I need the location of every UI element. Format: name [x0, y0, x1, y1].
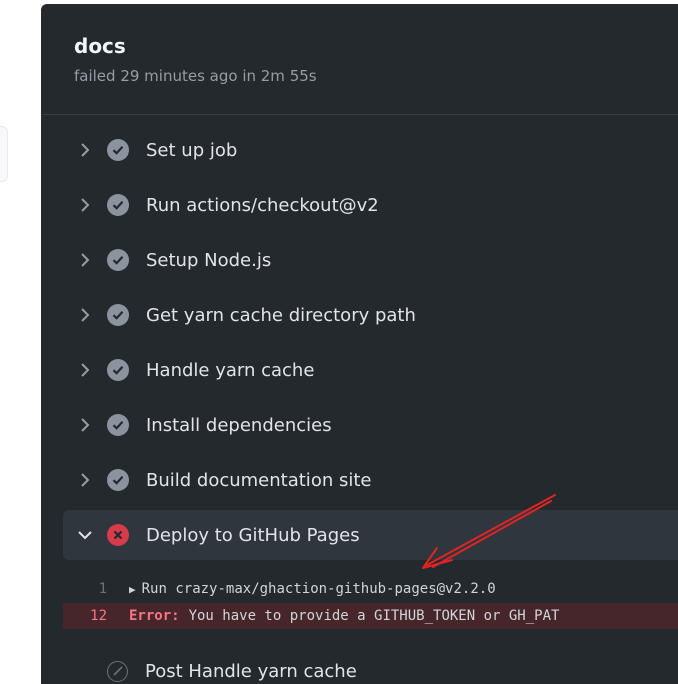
job-status-text: failed 29 minutes ago in 2m 55s [74, 67, 317, 85]
step-handle-yarn-cache[interactable]: Handle yarn cache [63, 345, 678, 395]
step-run-checkout[interactable]: Run actions/checkout@v2 [63, 180, 678, 230]
chevron-right-icon [63, 418, 107, 432]
step-label: Deploy to GitHub Pages [146, 524, 360, 546]
chevron-right-icon [63, 198, 107, 212]
side-card-edge [0, 126, 8, 182]
chevron-right-icon [63, 253, 107, 267]
step-label: Setup Node.js [146, 249, 272, 271]
step-set-up-job[interactable]: Set up job [63, 125, 678, 175]
caret-right-icon: ▶ [129, 582, 136, 596]
skipped-icon [107, 660, 128, 682]
step-label: Set up job [146, 139, 238, 161]
chevron-down-icon [63, 530, 107, 540]
step-deploy-github-pages[interactable]: Deploy to GitHub Pages [63, 510, 678, 560]
log-line-number: 12 [90, 608, 107, 624]
check-circle-icon [107, 249, 129, 271]
step-label: Post Handle yarn cache [145, 660, 357, 682]
log-line-text: You have to provide a GITHUB_TOKEN or GH… [188, 608, 560, 624]
step-label: Get yarn cache directory path [146, 304, 416, 326]
step-label: Handle yarn cache [146, 359, 315, 381]
check-circle-icon [107, 194, 129, 216]
chevron-right-icon [63, 473, 107, 487]
x-circle-icon [107, 524, 129, 546]
step-setup-node[interactable]: Setup Node.js [63, 235, 678, 285]
check-circle-icon [107, 304, 129, 326]
chevron-right-icon [63, 308, 107, 322]
error-keyword: Error: [129, 608, 180, 624]
log-line-error[interactable]: 12 Error: You have to provide a GITHUB_T… [63, 603, 678, 629]
job-title: docs [74, 34, 126, 58]
log-line-number: 1 [98, 581, 107, 597]
step-post-handle-yarn-cache[interactable]: Post Handle yarn cache [63, 646, 678, 684]
step-label: Build documentation site [146, 469, 372, 491]
job-header: docs failed 29 minutes ago in 2m 55s [41, 4, 678, 115]
step-yarn-cache-path[interactable]: Get yarn cache directory path [63, 290, 678, 340]
step-build-docs[interactable]: Build documentation site [63, 455, 678, 505]
log-line-text: Run crazy-max/ghaction-github-pages@v2.2… [141, 581, 496, 597]
job-log-panel: docs failed 29 minutes ago in 2m 55s Set… [41, 4, 678, 684]
check-circle-icon [107, 139, 129, 161]
step-label: Run actions/checkout@v2 [146, 194, 379, 216]
chevron-right-icon [63, 143, 107, 157]
chevron-right-icon [63, 363, 107, 377]
step-label: Install dependencies [146, 414, 332, 436]
check-circle-icon [107, 414, 129, 436]
step-install-dependencies[interactable]: Install dependencies [63, 400, 678, 450]
check-circle-icon [107, 359, 129, 381]
log-line[interactable]: 1 ▶ Run crazy-max/ghaction-github-pages@… [63, 576, 678, 602]
check-circle-icon [107, 469, 129, 491]
